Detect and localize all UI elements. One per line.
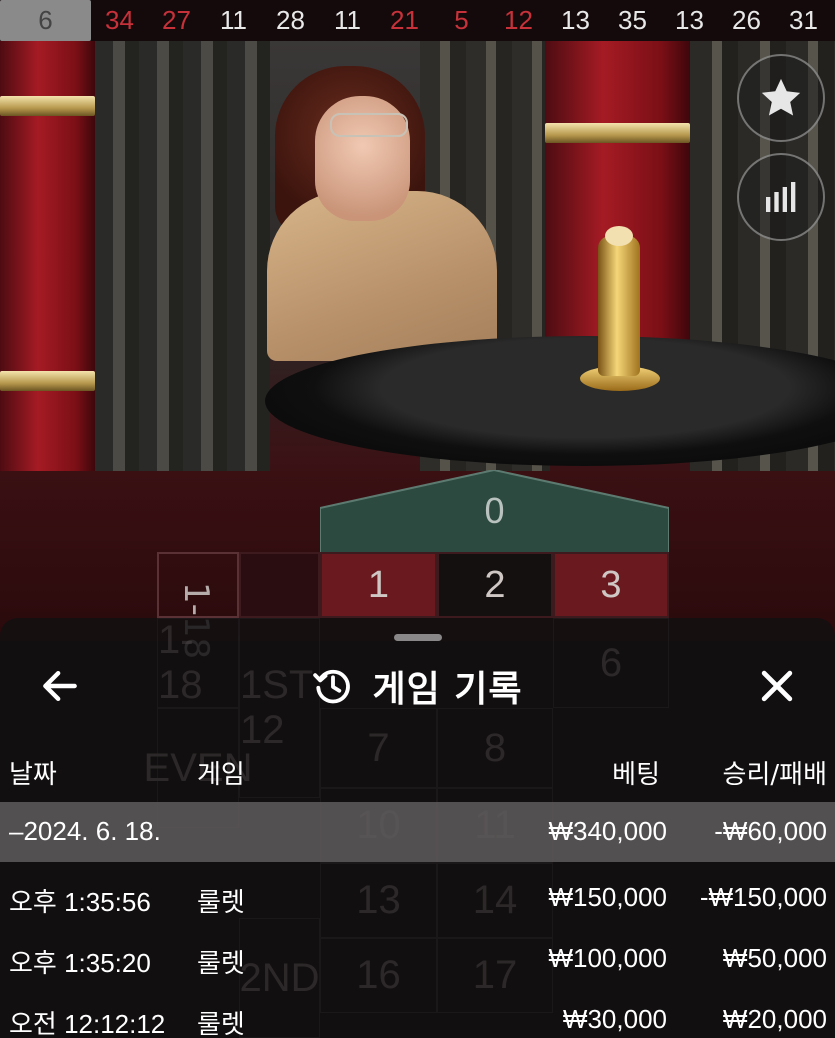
column-header-date: 날짜 (9, 760, 57, 790)
bet-spot-number[interactable]: 2 (437, 552, 553, 618)
date-group-date: –2024. 6. 18. (9, 816, 161, 846)
zero-label: 0 (484, 490, 505, 531)
gold-band (545, 123, 690, 143)
column-header-game: 게임 (197, 760, 245, 790)
result-number: 31 (789, 5, 818, 35)
result-number: 5 (454, 5, 469, 35)
wheel-spindle (598, 236, 640, 376)
result-number: 13 (675, 5, 704, 35)
history-game: 룰렛 (197, 948, 245, 978)
bet-spot-number[interactable]: 1 (320, 552, 437, 618)
history-time: 오전 12:12:12 (9, 1009, 166, 1038)
history-column-headers: 날짜 게임 베팅 승리/패배 (0, 750, 835, 790)
statistics-bars-icon (766, 182, 796, 212)
gold-band (0, 96, 95, 116)
history-bet: ₩150,000 (548, 882, 667, 912)
sheet-title: 게임 기록 (372, 669, 523, 710)
history-row[interactable]: 오후 1:35:56 룰렛 ₩150,000 -₩150,000 (0, 870, 835, 926)
result-number: 11 (334, 5, 361, 35)
date-group-bet-total: ₩340,000 (548, 816, 667, 846)
date-group-win-loss-total: -₩60,000 (714, 816, 827, 846)
result-number: 21 (390, 5, 419, 35)
wheel-spindle-top (605, 226, 633, 246)
star-icon (761, 78, 801, 116)
history-win-loss: -₩150,000 (699, 882, 827, 912)
recent-results-strip: 6 34 27 11 28 11 21 5 12 13 35 13 26 31 (0, 0, 835, 41)
history-win-loss: ₩20,000 (722, 1004, 827, 1034)
result-number: 34 (105, 5, 134, 35)
column-header-bet: 베팅 (612, 760, 660, 790)
favorite-button[interactable] (737, 54, 825, 142)
statistics-button[interactable] (737, 153, 825, 241)
history-game: 룰렛 (197, 887, 245, 917)
sheet-drag-handle[interactable] (394, 634, 442, 641)
history-time: 오후 1:35:56 (9, 887, 151, 917)
history-bet: ₩30,000 (562, 1004, 667, 1034)
date-group-row[interactable]: –2024. 6. 18. ₩340,000 -₩60,000 (0, 802, 835, 862)
game-history-sheet: 1-18 1ST 12 6 7 8 EVEN 10 11 13 14 2ND 1… (0, 618, 835, 1038)
result-number: 35 (618, 5, 647, 35)
column-header-win-loss: 승리/패배 (722, 760, 827, 790)
result-number: 11 (220, 5, 247, 35)
history-time: 오후 1:35:20 (9, 948, 151, 978)
dealer-glasses (330, 113, 408, 137)
history-clock-icon (313, 669, 351, 704)
sheet-title-group: 게임 기록 (0, 654, 835, 718)
curtain (95, 41, 270, 511)
history-bet: ₩100,000 (548, 943, 667, 973)
history-row[interactable]: 오후 1:35:20 룰렛 ₩100,000 ₩50,000 (0, 931, 835, 987)
history-win-loss: ₩50,000 (722, 943, 827, 973)
bet-spot-1st-12[interactable] (239, 552, 320, 618)
result-number: 6 (0, 0, 91, 41)
gold-band (0, 371, 95, 391)
sheet-header: 게임 기록 (0, 654, 835, 718)
result-number: 27 (162, 5, 191, 35)
close-icon (761, 670, 793, 702)
close-button[interactable] (755, 664, 799, 708)
bet-spot-number[interactable]: 3 (553, 552, 669, 618)
result-number: 13 (561, 5, 590, 35)
result-number: 28 (276, 5, 305, 35)
bet-spot-zero[interactable]: 0 (320, 470, 669, 553)
result-number: 12 (504, 5, 533, 35)
history-row[interactable]: 오전 12:12:12 룰렛 ₩30,000 ₩20,000 (0, 992, 835, 1038)
result-number: 26 (732, 5, 761, 35)
history-game: 룰렛 (197, 1009, 245, 1038)
